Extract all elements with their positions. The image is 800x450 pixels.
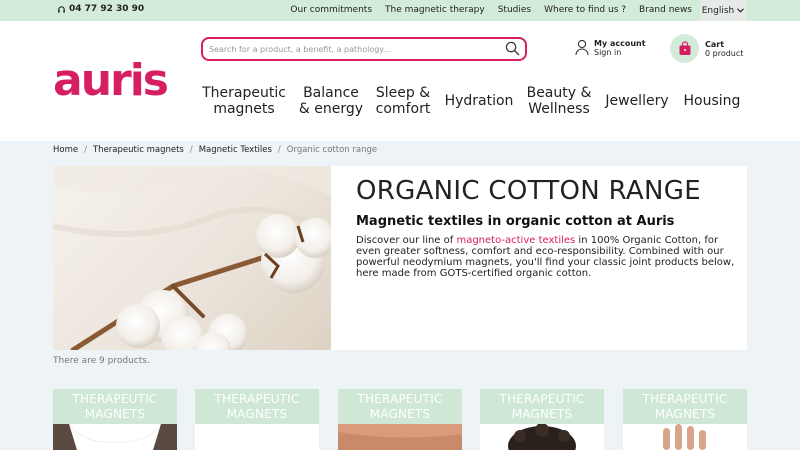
link-magnetic-therapy[interactable]: The magnetic therapy [385, 5, 485, 15]
page-title: ORGANIC COTTON RANGE [356, 176, 701, 206]
product-image [195, 424, 319, 450]
language-selector[interactable]: English [700, 0, 746, 21]
search-bar [201, 37, 527, 61]
link-studies[interactable]: Studies [498, 5, 531, 15]
link-find-us[interactable]: Where to find us ? [544, 5, 626, 15]
magneto-active-textiles-link[interactable]: magneto-active textiles [456, 235, 575, 246]
product-card[interactable]: THERAPEUTIC MAGNETS [338, 389, 462, 450]
account-link[interactable]: My account Sign in [575, 39, 646, 57]
cart-title: Cart [705, 39, 725, 49]
category-tag: THERAPEUTIC MAGNETS [480, 389, 604, 424]
breadcrumb-current: Organic cotton range [286, 145, 378, 155]
product-image [623, 424, 747, 450]
product-card[interactable]: THERAPEUTIC MAGNETS [623, 389, 747, 450]
nav-balance-energy[interactable]: Balance & energy [298, 73, 364, 129]
nav-housing[interactable]: Housing [681, 73, 743, 129]
breadcrumb-therapeutic-magnets[interactable]: Therapeutic magnets [93, 145, 184, 155]
cart-badge [670, 34, 699, 63]
nav-therapeutic-magnets[interactable]: Therapeutic magnets [201, 73, 287, 129]
nav-jewellery[interactable]: Jewellery [602, 73, 672, 129]
top-links: Our commitments The magnetic therapy Stu… [277, 5, 692, 15]
product-count: There are 9 products. [53, 356, 150, 366]
account-title: My account [594, 39, 646, 48]
link-brand-news[interactable]: Brand news [639, 5, 692, 15]
category-tag: THERAPEUTIC MAGNETS [195, 389, 319, 424]
product-image [53, 424, 177, 450]
category-tag: THERAPEUTIC MAGNETS [623, 389, 747, 424]
site-header: auris My account Sign in Cart 0 product … [0, 21, 800, 141]
category-tag: THERAPEUTIC MAGNETS [338, 389, 462, 424]
chevron-down-icon [737, 8, 745, 13]
phone-contact[interactable]: 04 77 92 30 90 [57, 4, 144, 14]
search-icon[interactable] [505, 41, 520, 56]
link-commitments[interactable]: Our commitments [290, 5, 372, 15]
phone-number: 04 77 92 30 90 [69, 4, 145, 14]
category-tag: THERAPEUTIC MAGNETS [53, 389, 177, 424]
cart-count: 0 product [705, 48, 744, 58]
cotton-hero-image [53, 166, 331, 350]
headset-icon [58, 5, 65, 13]
breadcrumb: Home / Therapeutic magnets / Magnetic Te… [53, 145, 378, 155]
product-image [338, 424, 462, 450]
nav-sleep-comfort[interactable]: Sleep & comfort [372, 73, 434, 129]
product-card[interactable]: THERAPEUTIC MAGNETS [195, 389, 319, 450]
hero-panel: ORGANIC COTTON RANGE Magnetic textiles i… [331, 166, 747, 350]
language-label: English [701, 5, 735, 16]
account-signin: Sign in [594, 48, 622, 57]
shopping-bag-icon [679, 41, 690, 55]
product-card[interactable]: THERAPEUTIC MAGNETS [53, 389, 177, 450]
nav-hydration[interactable]: Hydration [442, 73, 516, 129]
page-subtitle: Magnetic textiles in organic cotton at A… [356, 214, 675, 229]
search-input[interactable] [209, 42, 499, 56]
cotton-illustration [53, 166, 331, 350]
user-icon [575, 39, 589, 56]
product-card[interactable]: THERAPEUTIC MAGNETS [480, 389, 604, 450]
top-bar: 04 77 92 30 90 Our commitments The magne… [0, 0, 800, 21]
nav-beauty-wellness[interactable]: Beauty & Wellness [526, 73, 592, 129]
breadcrumb-home[interactable]: Home [53, 145, 78, 155]
product-image [480, 424, 604, 450]
page-description: Discover our line of magneto-active text… [356, 235, 735, 279]
breadcrumb-magnetic-textiles[interactable]: Magnetic Textiles [199, 145, 272, 155]
auris-logo[interactable]: auris [53, 59, 169, 103]
cart-link[interactable]: Cart 0 product [670, 34, 743, 63]
